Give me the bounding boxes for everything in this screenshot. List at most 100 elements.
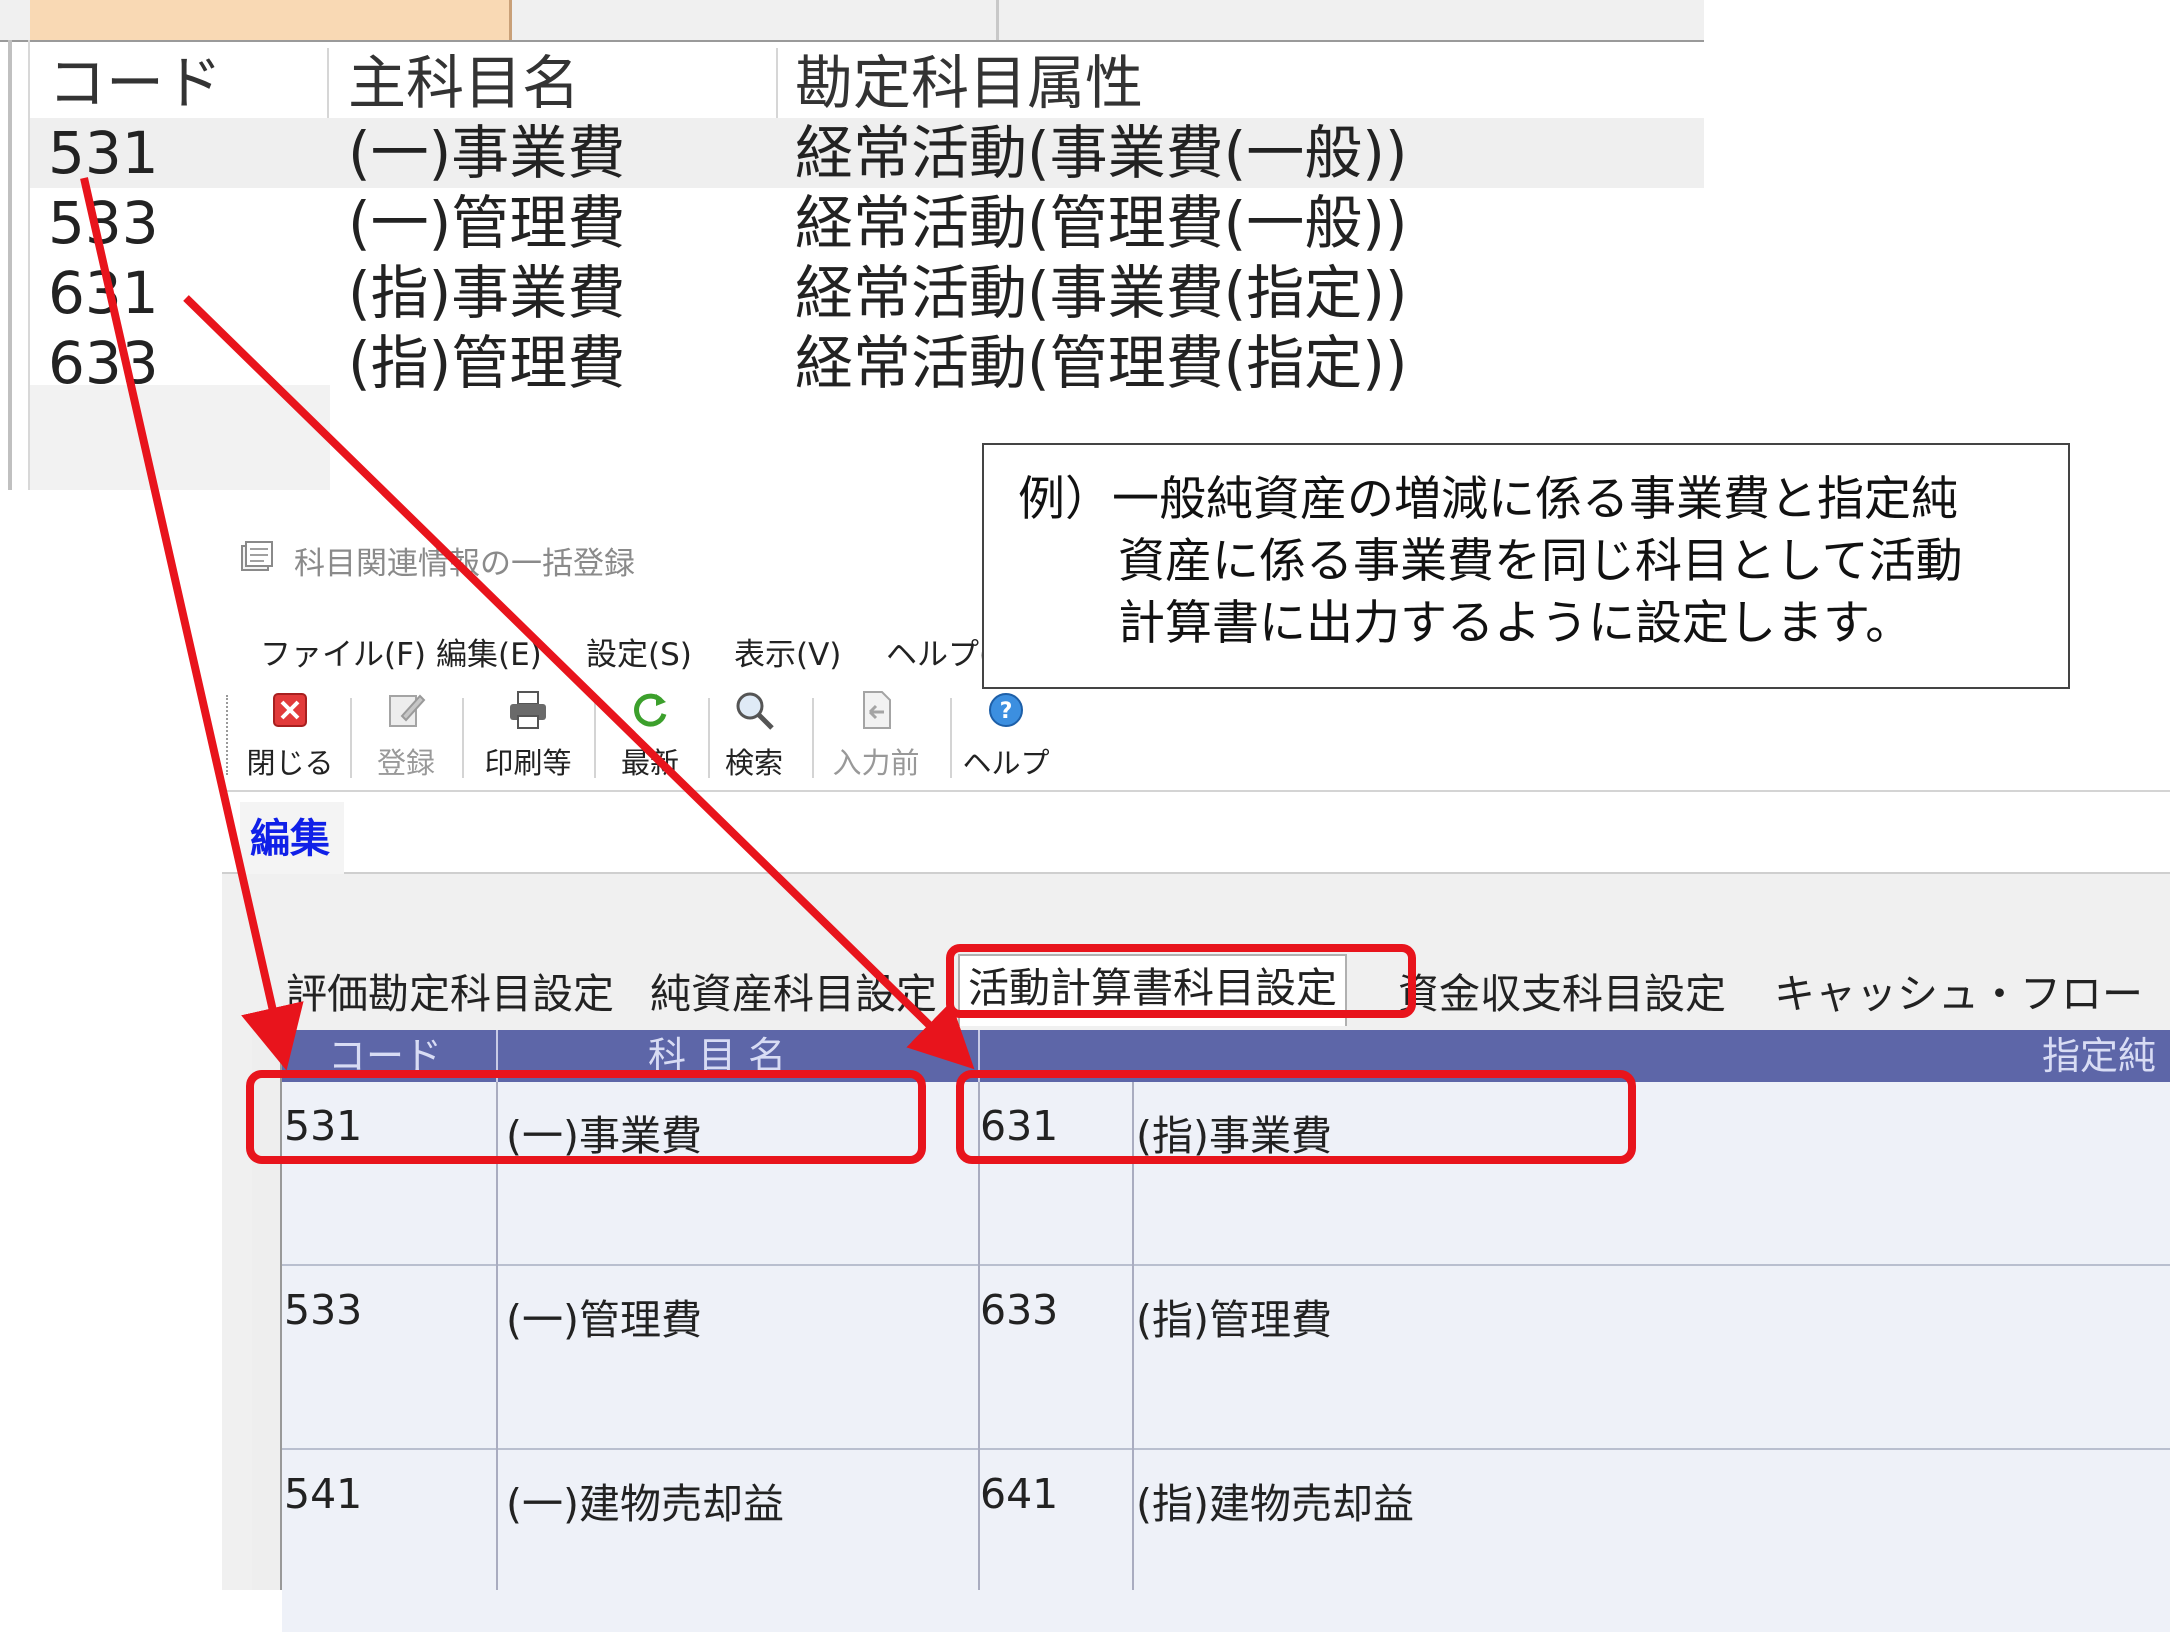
row-name: (一)事業費	[348, 119, 626, 187]
help-label: ヘルプ	[962, 746, 1050, 780]
toolbar-separator	[950, 698, 952, 778]
table-row[interactable]: 531 (一)事業費 経常活動(事業費(一般))	[30, 118, 1704, 188]
menu-settings[interactable]: 設定(S)	[586, 629, 692, 674]
cell-code[interactable]: 531	[284, 1102, 362, 1150]
table-row[interactable]: 633 (指)管理費 経常活動(管理費(指定))	[30, 328, 1704, 398]
tab-valuation-account-settings[interactable]: 評価勘定科目設定	[278, 962, 622, 1026]
row-name: (指)事業費	[348, 259, 626, 327]
cell-name[interactable]: (一)管理費	[506, 1286, 702, 1346]
help-button[interactable]: ? ヘルプ	[958, 688, 1054, 784]
register-icon	[389, 694, 426, 727]
tab-cash-flow[interactable]: キャッシュ・フロー	[1766, 962, 2151, 1026]
row-code: 631	[48, 259, 159, 327]
row-code: 633	[48, 329, 159, 397]
settings-tabs: 評価勘定科目設定 純資産科目設定 活動計算書科目設定 資金収支科目設定 キャッシ…	[222, 950, 2170, 1030]
print-button[interactable]: 印刷等	[480, 688, 576, 784]
top-active-tab[interactable]	[30, 0, 512, 40]
refresh-label: 最新	[620, 746, 679, 780]
cell-designated-name[interactable]: (指)事業費	[1136, 1102, 1332, 1162]
cell-designated-name[interactable]: (指)建物売却益	[1136, 1470, 1414, 1530]
header-code[interactable]: コード	[48, 48, 222, 118]
toolbar-separator	[594, 698, 596, 778]
header-main-account-name[interactable]: 主科目名	[348, 48, 580, 118]
row-attribute: 経常活動(事業費(一般))	[795, 119, 1408, 187]
cell-code[interactable]: 541	[284, 1470, 362, 1518]
edit-panel: 編集	[222, 792, 2170, 874]
tab-net-assets-account-settings[interactable]: 純資産科目設定	[642, 962, 945, 1026]
edit-mode-label: 編集	[240, 802, 344, 874]
svg-text:?: ?	[1000, 699, 1013, 724]
table-row[interactable]: 533 (一)管理費 633 (指)管理費	[282, 1266, 2170, 1450]
top-table-header: コード 主科目名 勘定科目属性	[30, 48, 1704, 118]
cell-designated-code[interactable]: 631	[980, 1102, 1058, 1150]
before-input-button[interactable]: 入力前	[828, 688, 924, 784]
table-row[interactable]: 631 (指)事業費 経常活動(事業費(指定))	[30, 258, 1704, 328]
row-attribute: 経常活動(事業費(指定))	[795, 259, 1408, 327]
close-label: 閉じる	[246, 746, 334, 780]
empty-area	[30, 385, 330, 490]
cell-designated-name[interactable]: (指)管理費	[1136, 1286, 1332, 1346]
table-row[interactable]: 541 (一)建物売却益 641 (指)建物売却益	[282, 1450, 2170, 1632]
row-attribute: 経常活動(管理費(一般))	[795, 189, 1408, 257]
tab-fund-account-settings[interactable]: 資金収支科目設定	[1390, 962, 1734, 1026]
row-name: (指)管理費	[348, 329, 626, 397]
printer-icon	[510, 691, 546, 729]
toolbar-grip[interactable]	[226, 695, 232, 775]
row-code: 533	[48, 189, 159, 257]
grid-header-name[interactable]: 科 目 名	[648, 1030, 786, 1082]
refresh-icon	[634, 693, 667, 727]
app-icon	[241, 541, 273, 571]
cell-designated-code[interactable]: 633	[980, 1286, 1058, 1334]
print-label: 印刷等	[484, 746, 572, 780]
cell-code[interactable]: 533	[284, 1286, 362, 1334]
grid-column-line	[1132, 1082, 1134, 1590]
grid-header-divider[interactable]	[496, 1030, 498, 1082]
before-input-label: 入力前	[832, 746, 920, 780]
toolbar-separator	[812, 698, 814, 778]
menu-edit[interactable]: 編集(E)	[436, 629, 542, 674]
grid-header: コード 科 目 名 指定純	[282, 1030, 2170, 1082]
header-account-attribute[interactable]: 勘定科目属性	[795, 48, 1143, 118]
grid-header-designated[interactable]: 指定純	[2042, 1030, 2156, 1082]
explanation-callout: 例）一般純資産の増減に係る事業費と指定純 資産に係る事業費を同じ科目として活動 …	[982, 443, 2070, 689]
close-button[interactable]: 閉じる	[242, 688, 338, 784]
window-title: 科目関連情報の一括登録	[294, 546, 635, 582]
callout-text: 例）一般純資産の増減に係る事業費と指定純 資産に係る事業費を同じ科目として活動 …	[1018, 469, 1963, 655]
register-button[interactable]: 登録	[358, 688, 454, 784]
menu-view[interactable]: 表示(V)	[734, 629, 841, 674]
register-label: 登録	[376, 746, 435, 780]
document-back-icon	[863, 691, 891, 729]
close-icon	[273, 693, 307, 727]
search-label: 検索	[724, 746, 783, 780]
top-tabstrip	[0, 0, 1704, 42]
callout-line: 計算書に出力するように設定します。	[1118, 596, 1913, 651]
callout-line: 資産に係る事業費を同じ科目として活動	[1118, 534, 1963, 589]
refresh-button[interactable]: 最新	[602, 688, 698, 784]
tab-activity-statement-account-settings[interactable]: 活動計算書科目設定	[958, 954, 1347, 1026]
table-row[interactable]: 531 (一)事業費 631 (指)事業費	[282, 1082, 2170, 1266]
cell-name[interactable]: (一)事業費	[506, 1102, 702, 1162]
panel-edge	[8, 40, 12, 490]
account-list-panel: コード 主科目名 勘定科目属性 531 (一)事業費 経常活動(事業費(一般))…	[0, 0, 1704, 490]
row-code: 531	[48, 119, 159, 187]
column-divider[interactable]	[327, 48, 329, 118]
search-button[interactable]: 検索	[706, 688, 802, 784]
grid-column-line	[496, 1082, 498, 1590]
callout-line: 例）一般純資産の増減に係る事業費と指定純	[1018, 472, 1958, 527]
menu-file[interactable]: ファイル(F)	[260, 629, 426, 674]
grid-row-header-strip	[252, 1030, 280, 1590]
top-tab-divider	[996, 0, 999, 40]
grid-column-line	[978, 1082, 980, 1590]
column-divider[interactable]	[776, 48, 778, 118]
row-attribute: 経常活動(管理費(指定))	[795, 329, 1408, 397]
toolbar-separator	[350, 698, 352, 778]
cell-name[interactable]: (一)建物売却益	[506, 1470, 784, 1530]
table-row[interactable]: 533 (一)管理費 経常活動(管理費(一般))	[30, 188, 1704, 258]
account-grid: コード 科 目 名 指定純 531 (一)事業費 631 (指)事業費 533 …	[280, 1030, 2170, 1632]
toolbar-separator	[462, 698, 464, 778]
grid-header-divider[interactable]	[978, 1030, 980, 1082]
row-name: (一)管理費	[348, 189, 626, 257]
help-icon: ?	[989, 693, 1023, 727]
cell-designated-code[interactable]: 641	[980, 1470, 1058, 1518]
grid-header-code[interactable]: コード	[328, 1030, 442, 1082]
